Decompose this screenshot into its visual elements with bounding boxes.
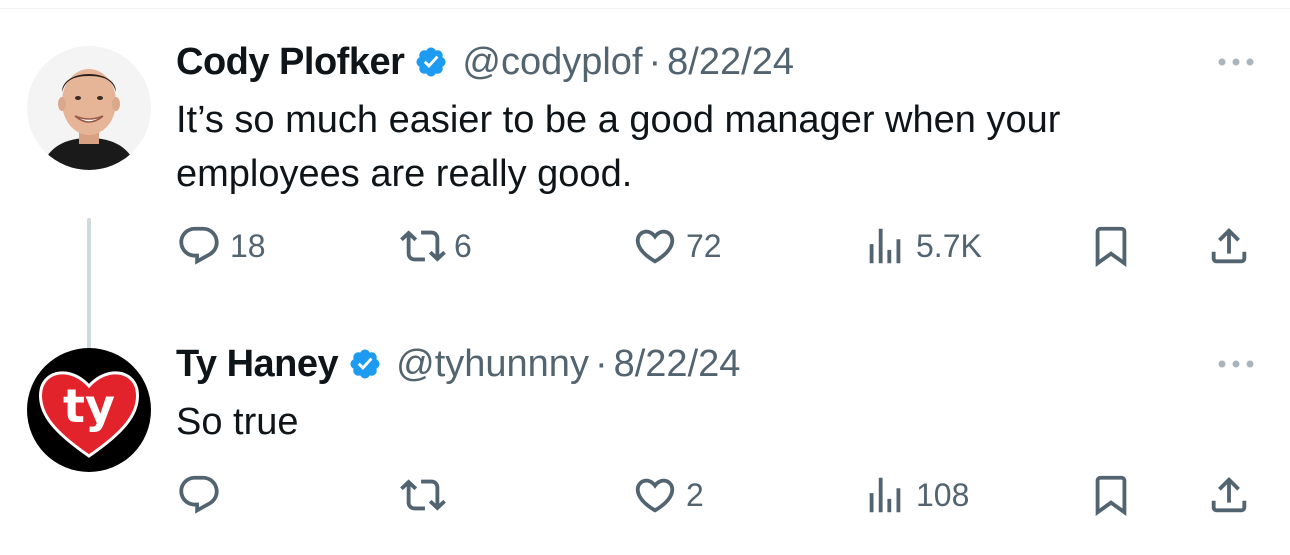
share-button[interactable] (1206, 221, 1252, 271)
reply-icon (179, 226, 219, 265)
views-count: 5.7K (916, 227, 982, 264)
share-button[interactable] (1206, 470, 1252, 520)
avatar[interactable]: ty (27, 348, 151, 472)
like-count: 2 (686, 476, 704, 513)
heart-icon (635, 229, 675, 264)
reply-icon (179, 475, 219, 514)
bookmark-icon (1095, 226, 1127, 267)
retweet-button[interactable] (400, 470, 454, 520)
share-icon (1211, 476, 1247, 513)
ty-heart-logo: ty (27, 348, 151, 472)
avatar-photo (27, 46, 151, 170)
views-count: 108 (916, 476, 970, 513)
author-name[interactable]: Ty Haney (176, 340, 339, 388)
tweet-date[interactable]: 8/22/24 (614, 340, 741, 388)
tweet-actions: 2 108 (176, 470, 1266, 520)
tweet-date[interactable]: 8/22/24 (667, 38, 794, 86)
tweet-header: Cody Plofker @codyplof · 8/22/24 (176, 38, 794, 86)
retweet-icon (400, 479, 446, 511)
reply-count: 18 (230, 227, 266, 264)
views-button[interactable]: 108 (862, 470, 969, 520)
tweet-actions: 18 6 72 5.7K (176, 221, 1266, 271)
bookmark-button[interactable] (1088, 221, 1134, 271)
reply-button[interactable]: 18 (176, 221, 266, 271)
more-icon[interactable] (1216, 50, 1256, 74)
more-icon[interactable] (1216, 352, 1256, 376)
like-count: 72 (686, 227, 722, 264)
bookmark-icon (1095, 475, 1127, 516)
views-icon (869, 228, 901, 264)
separator-dot: · (594, 343, 608, 385)
tweet-text: It’s so much easier to be a good manager… (176, 99, 1061, 195)
views-icon (869, 477, 901, 513)
tweet-text: So true (176, 401, 299, 443)
author-handle[interactable]: @tyhunnny (396, 340, 589, 388)
author-handle[interactable]: @codyplof (462, 38, 642, 86)
retweet-button[interactable]: 6 (400, 221, 472, 271)
separator-dot: · (648, 41, 662, 83)
like-button[interactable]: 2 (632, 470, 704, 520)
like-button[interactable]: 72 (632, 221, 722, 271)
ty-logo-text: ty (63, 379, 115, 433)
reply-button[interactable] (176, 470, 230, 520)
verified-badge-icon[interactable] (348, 347, 382, 381)
avatar[interactable] (27, 46, 151, 170)
views-button[interactable]: 5.7K (862, 221, 982, 271)
retweet-count: 6 (454, 227, 472, 264)
tweet-header: Ty Haney @tyhunnny · 8/22/24 (176, 340, 740, 388)
heart-icon (635, 478, 675, 513)
author-name[interactable]: Cody Plofker (176, 38, 405, 86)
bookmark-button[interactable] (1088, 470, 1134, 520)
top-divider (0, 8, 1290, 9)
share-icon (1211, 227, 1247, 264)
retweet-icon (400, 230, 446, 262)
verified-badge-icon[interactable] (414, 45, 448, 79)
